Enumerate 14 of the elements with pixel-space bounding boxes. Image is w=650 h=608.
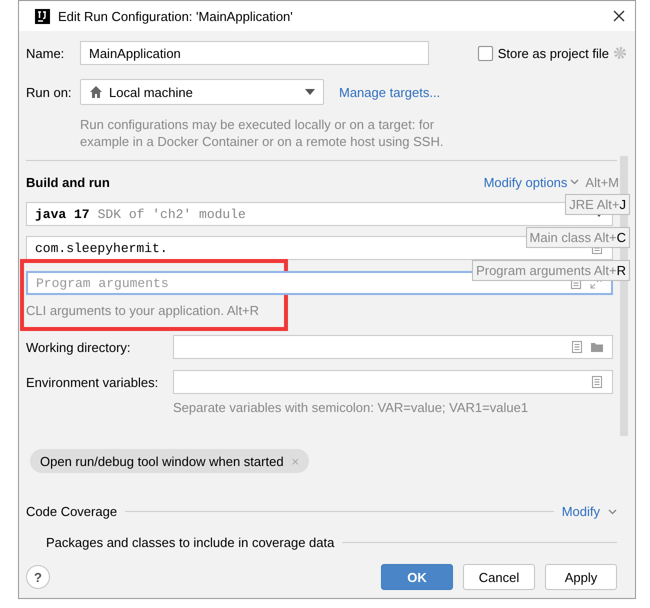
- environment-variables-hint: Separate variables with semicolon: VAR=value; VAR1=value1: [173, 400, 530, 415]
- field-label: Name:: [26, 46, 66, 60]
- run-on-hint: Run configurations may be executed locally or on a target: for example in a Docker Container or on a remote host using SSH.: [80, 116, 444, 150]
- section-title: Build and run: [26, 174, 111, 190]
- field-label: Run on:: [26, 84, 73, 100]
- shortcut-tooltip: Program arguments Alt+R: [472, 260, 630, 281]
- section-title: Code Coverage: [26, 504, 118, 519]
- shortcut-tooltip: Main class Alt+C: [526, 227, 630, 248]
- window-title: Edit Run Configuration: 'MainApplication': [58, 8, 294, 24]
- section-title: Packages and classes to include in coverage data: [46, 535, 334, 550]
- field-label: Working directory:: [26, 340, 132, 354]
- program-arguments-hint: CLI arguments to your application. Alt+R: [26, 303, 260, 318]
- field-label: Environment variables:: [26, 374, 160, 390]
- shortcut-text: Alt+M: [585, 174, 619, 190]
